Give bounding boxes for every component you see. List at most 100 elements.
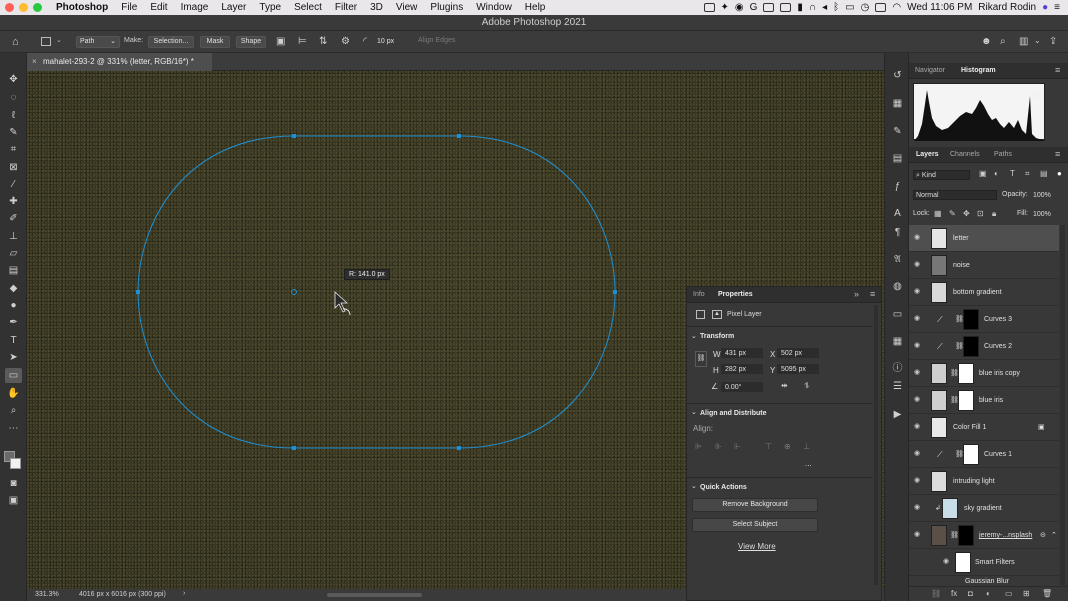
anchor-point[interactable]	[457, 446, 461, 450]
menu-window[interactable]: Window	[476, 2, 512, 13]
frame-tool-icon[interactable]: ⊠	[5, 160, 22, 175]
lock-position-icon[interactable]: ✥	[963, 209, 970, 218]
lock-pixels-icon[interactable]: ✎	[949, 209, 956, 218]
adjustment-layer-icon[interactable]: ◐	[986, 589, 991, 598]
layer-row[interactable]: ◉ ⛓ jeremy-...nsplash ⊝ ⌃	[909, 522, 1059, 549]
visibility-eye-icon[interactable]: ◉	[914, 477, 923, 484]
visibility-eye-icon[interactable]: ◉	[914, 504, 923, 511]
quick-selection-tool-icon[interactable]: ✎	[5, 125, 22, 140]
move-tool-icon[interactable]: ✥	[5, 72, 22, 87]
layer-row[interactable]: ◉ intruding light	[909, 468, 1059, 495]
headphones-icon[interactable]: ∩	[809, 2, 816, 13]
time-machine-icon[interactable]: ◷	[861, 2, 870, 13]
menu-select[interactable]: Select	[294, 2, 322, 13]
volume-icon[interactable]: ◂	[822, 2, 827, 13]
tab-channels[interactable]: Channels	[950, 151, 980, 158]
dropbox-icon[interactable]: ✦	[721, 2, 729, 13]
link-dimensions-icon[interactable]: ⛓	[695, 351, 707, 367]
rounded-rectangle-path[interactable]	[137, 135, 616, 449]
collapse-panel-icon[interactable]: »	[854, 289, 859, 299]
visibility-eye-icon[interactable]: ◉	[914, 261, 923, 268]
visibility-eye-icon[interactable]: ◉	[914, 234, 923, 241]
tab-navigator[interactable]: Navigator	[915, 67, 945, 74]
search-icon[interactable]: ⌕	[1000, 36, 1006, 47]
visibility-eye-icon[interactable]: ◉	[914, 369, 923, 376]
zoom-level[interactable]: 331.3%	[35, 591, 59, 598]
panel-menu-icon[interactable]: ≡	[870, 289, 875, 299]
eyedropper-tool-icon[interactable]: ⁄	[5, 177, 22, 192]
make-mask-button[interactable]: Mask	[200, 36, 230, 48]
flip-vertical-icon[interactable]: ⥮	[804, 381, 810, 391]
menu-type[interactable]: Type	[259, 2, 281, 13]
workspace-icon[interactable]: ▥	[1019, 36, 1028, 47]
menu-3d[interactable]: 3D	[370, 2, 383, 13]
align-vertical-centers-icon[interactable]: ⊕	[784, 442, 791, 451]
path-selection-tool-icon[interactable]: ➤	[5, 350, 22, 365]
control-center-icon[interactable]: ≡	[1054, 2, 1060, 13]
width-field[interactable]: 431 px	[721, 348, 763, 358]
wifi-icon[interactable]: ◠	[892, 2, 901, 13]
folder-icon[interactable]: ▭	[1005, 589, 1013, 598]
align-horizontal-centers-icon[interactable]: ⊪	[715, 442, 722, 451]
home-icon[interactable]: ⌂	[12, 36, 19, 48]
battery-icon[interactable]: ▭	[845, 2, 854, 13]
align-right-edges-icon[interactable]: ⊩	[734, 442, 741, 451]
close-window-button[interactable]	[5, 3, 14, 12]
filter-adjustment-icon[interactable]: ◐	[994, 169, 999, 178]
menu-image[interactable]: Image	[181, 2, 209, 13]
center-point[interactable]	[291, 289, 297, 295]
quick-actions-title[interactable]: Quick Actions	[700, 484, 747, 491]
chevron-down-icon[interactable]: ⌄	[691, 408, 697, 416]
menu-file[interactable]: File	[121, 2, 137, 13]
grammarly-icon[interactable]: G	[750, 2, 758, 13]
clone-stamp-tool-icon[interactable]: ⊥	[5, 229, 22, 244]
layer-row[interactable]: ◉ ⛓ blue iris	[909, 387, 1059, 414]
align-bottom-edges-icon[interactable]: ⊥	[803, 442, 810, 451]
properties-scrollbar[interactable]	[874, 305, 878, 585]
chevron-down-icon[interactable]: ⌄	[56, 36, 62, 44]
layer-row[interactable]: ◉ noise	[909, 252, 1059, 279]
panel-menu-icon[interactable]: ≡	[1055, 65, 1060, 75]
make-shape-button[interactable]: Shape	[236, 36, 266, 48]
remove-background-button[interactable]: Remove Background	[692, 498, 818, 512]
libraries-icon[interactable]: ▤	[891, 152, 904, 165]
menubar-clock[interactable]: Wed 11:06 PM	[907, 2, 972, 13]
layer-row[interactable]: ◉ ↲ sky gradient	[909, 495, 1059, 522]
rectangle-tool-preset-icon[interactable]	[41, 37, 51, 46]
anchor-point[interactable]	[613, 290, 617, 294]
info-icon[interactable]: ⓘ	[891, 362, 904, 375]
layer-row[interactable]: ◉ bottom gradient	[909, 279, 1059, 306]
3d-icon[interactable]: ◍	[891, 280, 904, 293]
actions-icon[interactable]: ▶	[891, 408, 904, 421]
layer-row[interactable]: ◉ ⟋ ⛓ Curves 2	[909, 333, 1059, 360]
tab-layers[interactable]: Layers	[916, 151, 939, 158]
lock-artboard-icon[interactable]: ⊡	[977, 209, 984, 218]
menu-help[interactable]: Help	[525, 2, 546, 13]
height-field[interactable]: 282 px	[721, 364, 763, 374]
marquee-tool-icon[interactable]: ◌	[5, 90, 22, 105]
tables-icon[interactable]: ▦	[891, 335, 904, 348]
hand-tool-icon[interactable]: ✋	[5, 386, 22, 401]
screen-record-icon[interactable]	[703, 3, 715, 12]
fill-field[interactable]: 100%	[1030, 209, 1056, 219]
paragraph-icon[interactable]: ¶	[891, 226, 904, 239]
anchor-point[interactable]	[292, 446, 296, 450]
document-info[interactable]: 4016 px x 6016 px (300 ppi)	[79, 591, 166, 598]
warning-icon[interactable]: ⚠	[1033, 89, 1041, 100]
menu-plugins[interactable]: Plugins	[430, 2, 463, 13]
chevron-down-icon[interactable]: ⌄	[691, 332, 697, 340]
layer-row[interactable]: ◉ ⟋ ⛓ Curves 1	[909, 441, 1059, 468]
visibility-eye-icon[interactable]: ◉	[914, 342, 923, 349]
brush-tool-icon[interactable]: ✐	[5, 211, 22, 226]
bookmark-icon[interactable]: ▮	[797, 2, 803, 13]
dodge-tool-icon[interactable]: ●	[5, 298, 22, 313]
layer-row[interactable]: ◉ ⛓ blue iris copy	[909, 360, 1059, 387]
adjustments-icon[interactable]: ☰	[891, 380, 904, 393]
gradient-tool-icon[interactable]: ▤	[5, 263, 22, 278]
radius-input[interactable]: 10 px	[373, 36, 403, 48]
new-layer-icon[interactable]: ⊞	[1023, 589, 1030, 598]
chevron-down-icon[interactable]: ⌄	[691, 482, 697, 490]
fx-icon[interactable]: fx	[951, 589, 957, 598]
lasso-tool-icon[interactable]: ℓ	[5, 108, 22, 123]
tab-properties[interactable]: Properties	[718, 291, 753, 298]
